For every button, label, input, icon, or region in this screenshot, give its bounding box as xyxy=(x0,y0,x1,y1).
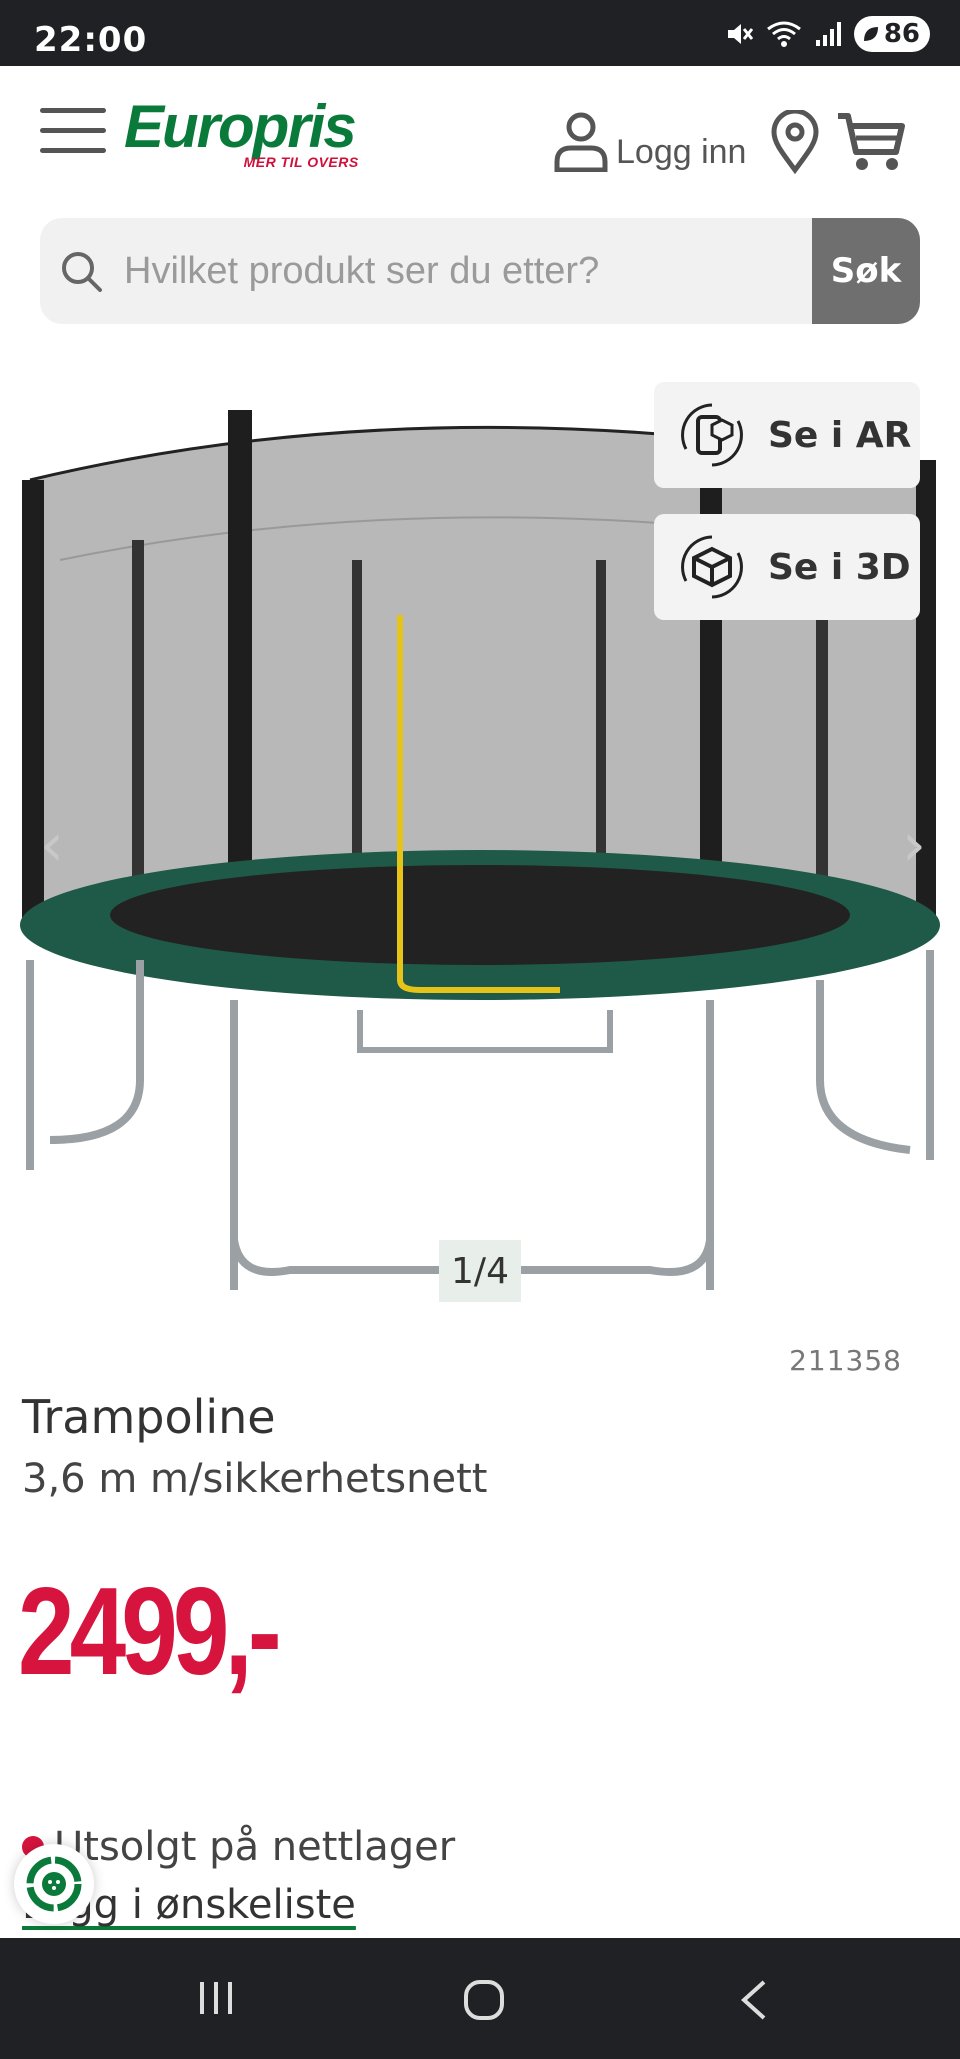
home-icon[interactable] xyxy=(462,1978,506,2022)
product-title: Trampoline xyxy=(22,1390,276,1444)
recent-apps-icon[interactable] xyxy=(196,1978,236,2018)
recycle-badge-icon[interactable] xyxy=(14,1844,94,1924)
image-counter: 1/4 xyxy=(439,1240,521,1302)
site-header: Europris MER TIL OVERS Logg inn xyxy=(0,66,960,216)
login-label: Logg inn xyxy=(616,133,747,171)
3d-label: Se i 3D xyxy=(768,546,911,588)
ar-phone-icon xyxy=(681,403,743,467)
battery-level: 86 xyxy=(883,19,920,49)
next-image-arrow[interactable]: › xyxy=(902,810,926,880)
search-input[interactable] xyxy=(124,218,844,324)
recycle-icon xyxy=(26,1856,82,1912)
logo[interactable]: Europris MER TIL OVERS xyxy=(124,93,358,171)
product-gallery[interactable]: ‹ › Se i AR Se i 3D 1/4 xyxy=(0,360,960,1310)
search-button[interactable]: Søk xyxy=(812,218,920,324)
view-in-3d-button[interactable]: Se i 3D xyxy=(654,514,920,620)
product-price: 2499,- xyxy=(18,1563,282,1701)
login-button[interactable]: Logg inn xyxy=(552,110,746,172)
3d-cube-icon xyxy=(681,535,743,599)
signal-icon xyxy=(815,22,841,46)
status-icons: 86 xyxy=(724,16,930,52)
search-icon xyxy=(62,252,102,292)
system-nav-bar xyxy=(0,1938,960,2059)
user-icon xyxy=(554,112,608,172)
prev-image-arrow[interactable]: ‹ xyxy=(40,810,64,880)
logo-slogan: MER TIL OVERS xyxy=(243,154,359,170)
back-icon[interactable] xyxy=(736,1978,772,2022)
menu-icon[interactable] xyxy=(40,108,106,154)
clock: 22:00 xyxy=(34,20,148,60)
product-subtitle: 3,6 m m/sikkerhetsnett xyxy=(22,1456,488,1502)
product-sku: 211358 xyxy=(789,1344,902,1377)
wifi-icon xyxy=(766,21,801,47)
location-pin-icon[interactable] xyxy=(770,110,820,174)
ar-label: Se i AR xyxy=(768,414,912,456)
stock-status-label: Utsolgt på nettlager xyxy=(54,1824,456,1870)
view-in-ar-button[interactable]: Se i AR xyxy=(654,382,920,488)
trampoline-image xyxy=(20,410,940,1290)
status-bar: 22:00 86 xyxy=(0,0,960,66)
logo-text: Europris xyxy=(124,93,357,160)
leaf-icon xyxy=(863,27,878,41)
search-bar: Søk xyxy=(40,218,920,324)
battery-icon: 86 xyxy=(853,16,930,52)
mute-icon xyxy=(727,24,753,44)
cart-icon[interactable] xyxy=(836,110,906,174)
